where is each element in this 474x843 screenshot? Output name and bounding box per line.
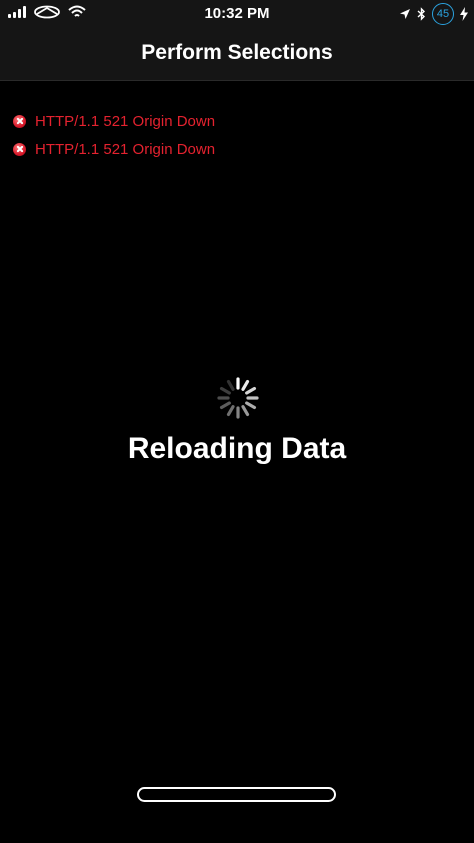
error-row: HTTP/1.1 521 Origin Down bbox=[13, 107, 215, 135]
page-title: Perform Selections bbox=[141, 41, 333, 64]
error-text: HTTP/1.1 521 Origin Down bbox=[35, 140, 216, 158]
navigation-bar: Perform Selections bbox=[0, 28, 474, 81]
badge-45-icon: 45 bbox=[432, 3, 454, 25]
status-right: 45 bbox=[399, 3, 468, 25]
activity-spinner-icon bbox=[217, 377, 259, 419]
loading-text: Reloading Data bbox=[127, 432, 347, 465]
status-bar: 10:32 PM 45 bbox=[0, 0, 474, 28]
home-indicator[interactable] bbox=[137, 787, 336, 802]
error-text: HTTP/1.1 521 Origin Down bbox=[35, 112, 216, 130]
bluetooth-icon bbox=[417, 7, 426, 21]
error-row: HTTP/1.1 521 Origin Down bbox=[13, 135, 215, 163]
charging-bolt-icon bbox=[460, 7, 468, 21]
error-list: HTTP/1.1 521 Origin Down HTTP/1.1 521 Or… bbox=[13, 107, 215, 163]
location-arrow-icon bbox=[400, 9, 410, 19]
error-x-icon bbox=[13, 142, 26, 156]
error-x-icon bbox=[13, 114, 26, 128]
